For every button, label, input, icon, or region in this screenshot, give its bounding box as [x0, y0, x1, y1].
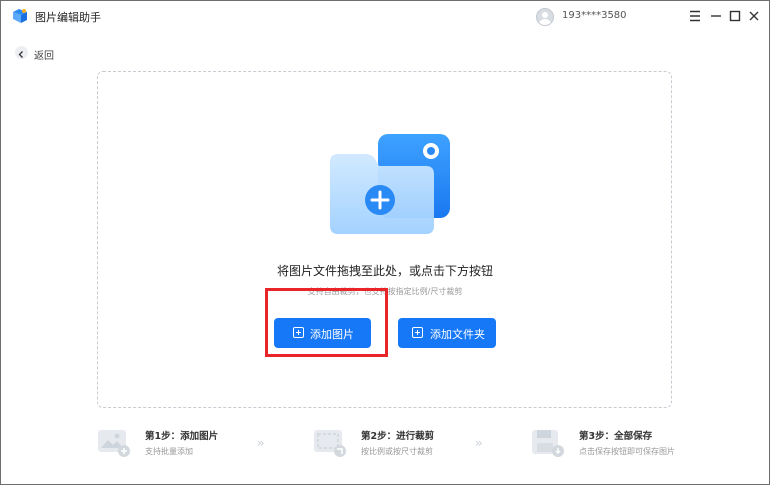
drop-zone[interactable] — [97, 71, 672, 408]
maximize-icon[interactable] — [726, 7, 744, 25]
crop-icon — [314, 430, 346, 457]
plus-square-icon — [412, 327, 423, 338]
title-bar: 图片编辑助手 193****3580 — [0, 0, 768, 32]
double-chevron-right-icon: ›› — [257, 436, 264, 450]
close-icon[interactable] — [745, 7, 763, 25]
back-label: 返回 — [34, 51, 54, 62]
folder-add-icon — [330, 134, 450, 234]
menu-icon[interactable] — [686, 7, 704, 25]
highlight-annotation-box — [265, 288, 388, 357]
drop-zone-title: 将图片文件拖拽至此处，或点击下方按钮 — [276, 264, 493, 278]
avatar[interactable] — [536, 8, 554, 26]
step-3-title: 第3步：全部保存 — [579, 431, 653, 442]
step-1-desc: 支持批量添加 — [145, 447, 193, 456]
double-chevron-right-icon: ›› — [475, 436, 482, 450]
user-phone[interactable]: 193****3580 — [562, 10, 627, 21]
step-3-desc: 点击保存按钮即可保存图片 — [579, 447, 675, 456]
app-title: 图片编辑助手 — [35, 11, 101, 24]
minimize-icon[interactable] — [707, 7, 725, 25]
step-2-title: 第2步：进行裁剪 — [361, 431, 435, 442]
save-icon — [532, 430, 564, 457]
app-logo-icon — [13, 9, 27, 23]
step-2-desc: 按比例或按尺寸裁剪 — [361, 447, 433, 456]
step-1-title: 第1步：添加图片 — [145, 431, 219, 442]
add-folder-button[interactable]: 添加文件夹 — [398, 318, 496, 348]
add-folder-label: 添加文件夹 — [430, 328, 485, 341]
chevron-left-icon — [15, 46, 28, 59]
image-add-icon — [98, 430, 130, 457]
